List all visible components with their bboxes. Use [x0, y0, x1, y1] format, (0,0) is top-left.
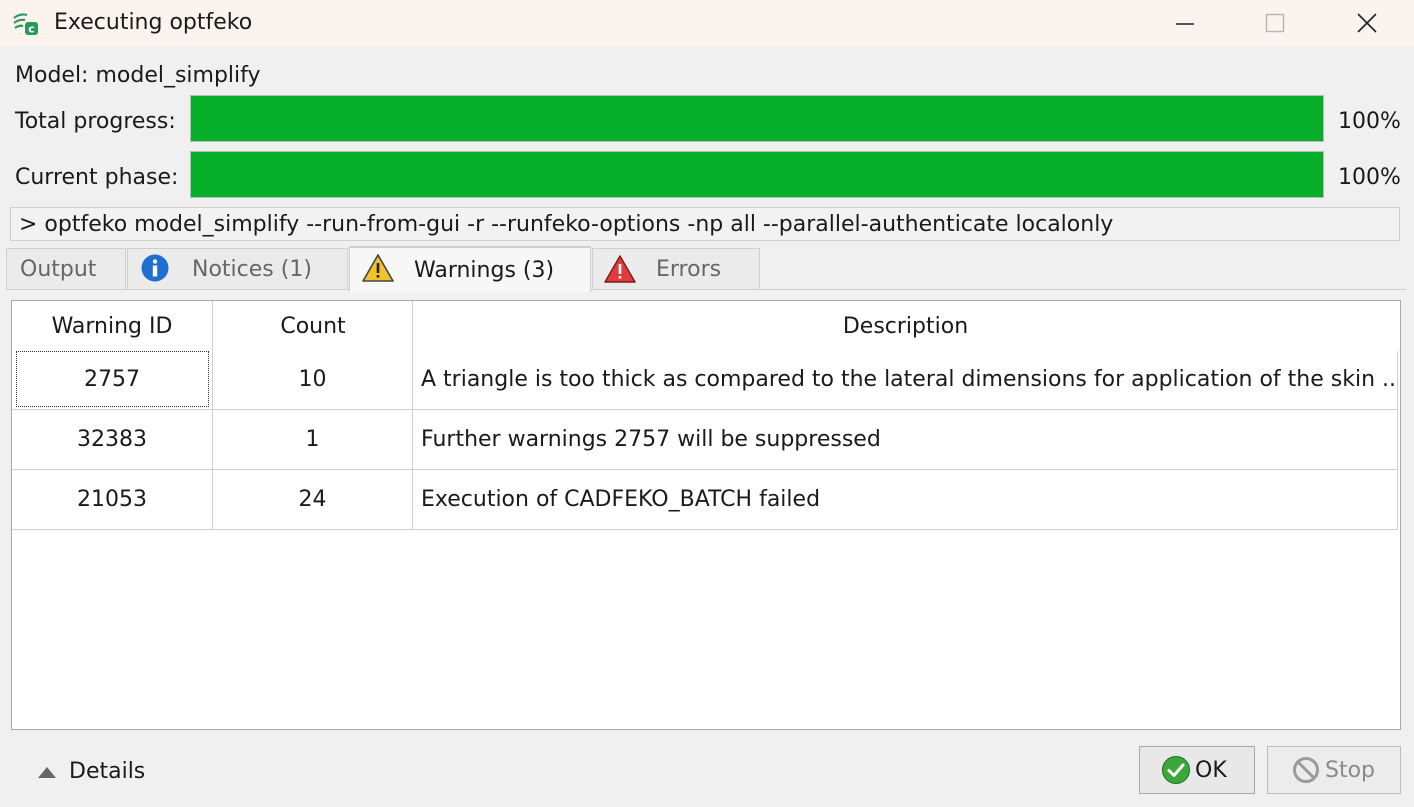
tab-notices-label: Notices (1)	[192, 257, 312, 282]
close-button[interactable]	[1322, 0, 1412, 46]
svg-text:c: c	[28, 23, 35, 36]
cell-count[interactable]: 10	[213, 351, 412, 409]
tab-bar: Output Notices (1) Warnings (3) Errors	[6, 246, 1406, 292]
details-label: Details	[69, 759, 146, 784]
details-toggle[interactable]: Details	[38, 758, 145, 786]
total-progress-bar	[190, 95, 1324, 142]
command-line: > optfeko model_simplify --run-from-gui …	[10, 207, 1400, 241]
cell-count[interactable]: 24	[213, 471, 412, 529]
cell-description[interactable]: A triangle is too thick as compared to t…	[413, 351, 1397, 409]
info-icon	[140, 253, 170, 289]
row-divider	[12, 409, 1398, 410]
cell-warning-id[interactable]: 21053	[12, 471, 212, 529]
total-progress-label: Total progress:	[15, 109, 176, 134]
tab-errors[interactable]: Errors	[592, 248, 760, 290]
tab-warnings[interactable]: Warnings (3)	[349, 246, 591, 292]
tab-output[interactable]: Output	[6, 248, 126, 290]
current-phase-fill	[191, 152, 1323, 197]
stop-icon	[1292, 756, 1320, 784]
current-phase-bar	[190, 151, 1324, 198]
warning-icon	[361, 253, 395, 289]
tab-notices[interactable]: Notices (1)	[127, 248, 348, 290]
total-progress-fill	[191, 96, 1323, 141]
warnings-table[interactable]: Warning ID Count Description 2757 10 A t…	[11, 300, 1401, 730]
current-phase-percent: 100%	[1338, 165, 1401, 190]
minimize-icon	[1176, 23, 1194, 25]
row-divider	[12, 529, 1398, 530]
column-header-warning-id[interactable]: Warning ID	[12, 301, 212, 351]
tab-divider	[6, 289, 1406, 290]
optfeko-app-icon: c	[12, 11, 40, 37]
model-label: Model: model_simplify	[15, 63, 261, 88]
row-divider	[12, 469, 1398, 470]
column-divider	[1397, 351, 1398, 529]
minimize-button[interactable]	[1140, 0, 1230, 46]
cell-warning-id[interactable]: 32383	[12, 411, 212, 469]
cell-description[interactable]: Further warnings 2757 will be suppressed	[413, 411, 1397, 469]
cell-description[interactable]: Execution of CADFEKO_BATCH failed	[413, 471, 1397, 529]
current-phase-label: Current phase:	[15, 165, 179, 190]
stop-label: Stop	[1325, 757, 1376, 783]
maximize-icon	[1265, 13, 1285, 33]
close-icon	[1357, 13, 1377, 33]
tab-errors-label: Errors	[656, 257, 722, 282]
ok-label: OK	[1195, 757, 1227, 783]
error-icon	[603, 254, 637, 290]
column-header-description[interactable]: Description	[413, 301, 1398, 351]
column-header-count[interactable]: Count	[213, 301, 413, 351]
title-bar: c Executing optfeko	[0, 0, 1414, 46]
ok-button[interactable]: OK	[1139, 746, 1255, 794]
tab-warnings-label: Warnings (3)	[414, 257, 555, 283]
focused-cell-outline	[16, 351, 209, 407]
maximize-button[interactable]	[1230, 0, 1320, 46]
total-progress-percent: 100%	[1338, 109, 1401, 134]
cell-count[interactable]: 1	[213, 411, 412, 469]
expand-arrow-icon	[38, 766, 56, 778]
window-title: Executing optfeko	[54, 10, 253, 35]
stop-button[interactable]: Stop	[1267, 746, 1401, 794]
tab-output-label: Output	[20, 257, 97, 282]
check-circle-icon	[1161, 755, 1191, 785]
